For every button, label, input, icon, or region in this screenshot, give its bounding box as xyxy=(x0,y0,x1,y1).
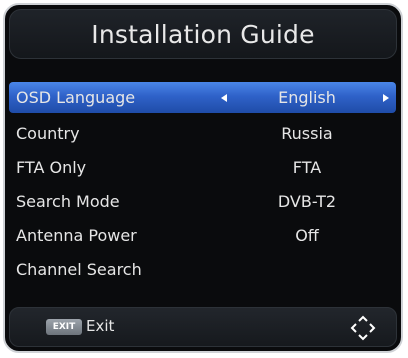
menu-item-antenna-power[interactable]: Antenna Power Off xyxy=(9,218,396,252)
menu-item-label: FTA Only xyxy=(16,157,87,177)
menu-item-label: Antenna Power xyxy=(16,225,137,245)
menu-item-value: Russia xyxy=(281,123,333,143)
menu-item-label: OSD Language xyxy=(16,88,136,107)
menu-item-label: Search Mode xyxy=(16,191,120,211)
menu-item-label: Channel Search xyxy=(16,259,142,279)
menu-item-label: Country xyxy=(16,123,80,143)
menu-item-osd-language[interactable]: OSD Language English xyxy=(9,82,396,113)
menu-item-value: FTA xyxy=(292,157,322,177)
exit-label: Exit xyxy=(86,317,115,335)
menu-item-value: English xyxy=(278,88,336,107)
menu-item-value: DVB-T2 xyxy=(277,191,337,211)
menu-item-country[interactable]: Country Russia xyxy=(9,116,396,150)
installation-guide-window: Installation Guide OSD Language English … xyxy=(3,3,403,353)
menu-item-channel-search[interactable]: Channel Search xyxy=(9,252,396,286)
menu-item-search-mode[interactable]: Search Mode DVB-T2 xyxy=(9,184,396,218)
menu-item-value: Off xyxy=(295,225,319,245)
settings-menu: OSD Language English Country Russia FTA … xyxy=(5,82,401,286)
arrow-left-icon[interactable] xyxy=(221,93,227,102)
menu-item-fta-only[interactable]: FTA Only FTA xyxy=(9,150,396,184)
footer-bar: EXIT Exit xyxy=(9,307,397,347)
arrow-right-icon[interactable] xyxy=(383,93,389,102)
exit-key-icon[interactable]: EXIT xyxy=(46,319,82,335)
page-title: Installation Guide xyxy=(91,19,315,49)
navigation-arrows-icon xyxy=(350,315,376,341)
title-bar: Installation Guide xyxy=(9,9,397,59)
